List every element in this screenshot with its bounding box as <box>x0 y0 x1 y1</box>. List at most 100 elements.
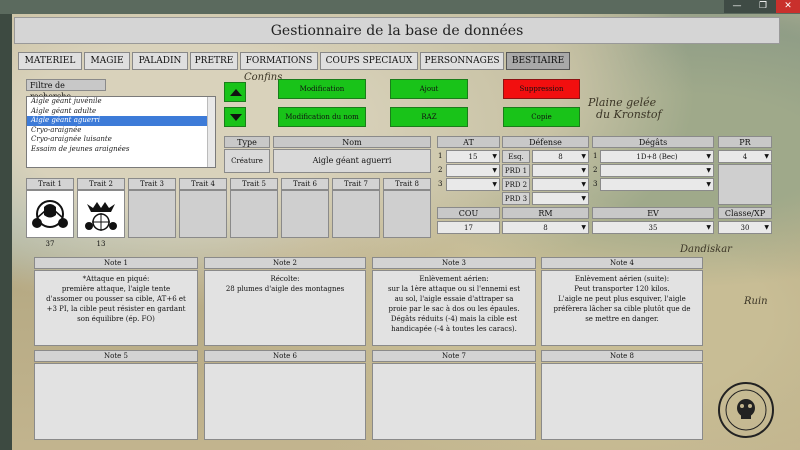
list-item[interactable]: Aigle géant adulte <box>27 107 215 117</box>
ev-select[interactable]: 35 ▼ <box>592 221 714 234</box>
trait-1-slot[interactable] <box>26 190 74 238</box>
note-line: +3 PI, la cible peut résister en gardant <box>46 305 186 313</box>
trait-6-slot[interactable] <box>281 190 329 238</box>
tab-paladin[interactable]: PALADIN <box>132 52 188 70</box>
list-item[interactable]: Essaim de jeunes araignées <box>27 145 215 155</box>
trait-2-value: 13 <box>96 240 106 248</box>
degats-select-3[interactable]: ▼ <box>600 178 714 191</box>
list-item[interactable]: Aigle géant juvénile <box>27 97 215 107</box>
chevron-down-icon: ▼ <box>492 167 497 174</box>
raz-button[interactable]: RAZ <box>390 107 468 127</box>
move-down-button[interactable] <box>224 107 246 127</box>
ev-header: EV <box>592 207 714 219</box>
chevron-down-icon: ▼ <box>581 181 586 188</box>
rm-header: RM <box>502 207 589 219</box>
defense-select-1[interactable]: 8 ▼ <box>532 150 589 163</box>
at-select-2[interactable]: ▼ <box>446 164 500 177</box>
tab-formations[interactable]: FORMATIONS <box>240 52 318 70</box>
defense-select-4[interactable]: ▼ <box>532 192 589 205</box>
trait-5-slot[interactable] <box>230 190 278 238</box>
map-label-plaine-2: du Kronstof <box>596 108 662 121</box>
fist-scales-icon <box>32 200 68 228</box>
chevron-down-icon: ▼ <box>706 153 711 160</box>
at-row-number: 3 <box>438 180 443 188</box>
note-line: préfèrera lâcher sa cible plutôt que de <box>553 305 691 313</box>
defense-label: PRD 2 <box>502 178 530 191</box>
note-3-header: Note 3 <box>372 257 536 269</box>
cou-input[interactable]: 17 <box>437 221 500 234</box>
tab-bestiaire[interactable]: BESTIAIRE <box>506 52 570 70</box>
note-7-text[interactable] <box>372 363 536 440</box>
defense-select-3[interactable]: ▼ <box>532 178 589 191</box>
trait-8-slot[interactable] <box>383 190 431 238</box>
window-top-bar <box>0 0 800 14</box>
note-line: sur la 1ère attaque ou si l'ennemi est <box>387 285 521 293</box>
at-select-3[interactable]: ▼ <box>446 178 500 191</box>
list-item-selected[interactable]: Aigle géant aguerri <box>27 116 215 126</box>
trait-3-header: Trait 3 <box>128 178 176 190</box>
trait-3-slot[interactable] <box>128 190 176 238</box>
note-line: Enlèvement aérien: <box>419 275 489 283</box>
note-4-text[interactable]: Enlèvement aérien (suite): Peut transpor… <box>541 270 703 346</box>
tab-coups-speciaux[interactable]: COUPS SPECIAUX <box>320 52 418 70</box>
rm-value: 8 <box>543 224 548 232</box>
type-value[interactable]: Créature <box>224 149 270 173</box>
trait-4-slot[interactable] <box>179 190 227 238</box>
note-6-text[interactable] <box>204 363 366 440</box>
close-icon[interactable]: ✕ <box>776 0 800 13</box>
note-line: d'assomer ou pousser sa cible, AT+6 et <box>46 295 186 303</box>
note-line: proie par le sac à dos ou les épaules. <box>388 305 520 313</box>
window-left-edge <box>0 14 12 450</box>
trait-8-header: Trait 8 <box>383 178 431 190</box>
rm-select[interactable]: 8 ▼ <box>502 221 589 234</box>
note-8-text[interactable] <box>541 363 703 440</box>
chevron-down-icon: ▼ <box>581 153 586 160</box>
maximize-icon[interactable]: ❐ <box>750 0 776 13</box>
note-5-text[interactable] <box>34 363 198 440</box>
defense-select-2[interactable]: ▼ <box>532 164 589 177</box>
tab-materiel[interactable]: MATERIEL <box>18 52 82 70</box>
pr-select[interactable]: 4 ▼ <box>718 150 772 163</box>
note-3-text[interactable]: Enlèvement aérien: sur la 1ère attaque o… <box>372 270 536 346</box>
modification-nom-button[interactable]: Modification du nom <box>278 107 366 127</box>
trait-2-slot[interactable] <box>77 190 125 238</box>
degats-row-number: 1 <box>593 152 598 160</box>
classe-xp-select[interactable]: 30 ▼ <box>718 221 772 234</box>
modification-button[interactable]: Modification <box>278 79 366 99</box>
chevron-down-icon: ▼ <box>764 153 769 160</box>
note-line: son équilibre (ép. FO) <box>77 315 155 323</box>
note-1-header: Note 1 <box>34 257 198 269</box>
chevron-down-icon: ▼ <box>706 224 711 231</box>
trait-2-header: Trait 2 <box>77 178 125 190</box>
ajout-button[interactable]: Ajout <box>390 79 468 99</box>
note-1-text[interactable]: *Attaque en piqué: première attaque, l'a… <box>34 270 198 346</box>
copie-button[interactable]: Copie <box>503 107 580 127</box>
search-results-list[interactable]: Aigle géant juvénile Aigle géant adulte … <box>26 96 216 168</box>
minimize-icon[interactable]: — <box>724 0 750 13</box>
note-line: L'aigle ne peut plus esquiver, l'aigle <box>558 295 686 303</box>
list-scrollbar[interactable] <box>207 97 215 167</box>
list-item[interactable]: Cryo-araignée luisante <box>27 135 215 145</box>
degats-row-number: 3 <box>593 180 598 188</box>
defense-label: PRD 1 <box>502 164 530 177</box>
trait-7-slot[interactable] <box>332 190 380 238</box>
at-select-1[interactable]: 15 ▼ <box>446 150 500 163</box>
cou-header: COU <box>437 207 500 219</box>
degats-select-2[interactable]: ▼ <box>600 164 714 177</box>
at-value: 15 <box>468 153 478 161</box>
tab-pretre[interactable]: PRETRE <box>190 52 238 70</box>
degats-select-1[interactable]: 1D+8 (Bec) ▼ <box>600 150 714 163</box>
note-2-header: Note 2 <box>204 257 366 269</box>
note-line: Récolte: <box>270 275 300 283</box>
tab-personnages[interactable]: PERSONNAGES <box>420 52 504 70</box>
tab-magie[interactable]: MAGIE <box>84 52 130 70</box>
move-up-button[interactable] <box>224 82 246 102</box>
filter-label[interactable]: Filtre de recherche <box>26 79 106 101</box>
bird-target-icon <box>85 202 117 231</box>
defense-label: Esq. <box>502 150 530 163</box>
suppression-button[interactable]: Suppression <box>503 79 580 99</box>
trait-1-value: 37 <box>45 240 55 248</box>
nom-value[interactable]: Aigle géant aguerri <box>273 149 431 173</box>
list-item[interactable]: Cryo-araignée <box>27 126 215 136</box>
note-2-text[interactable]: Récolte: 28 plumes d'aigle des montagnes <box>204 270 366 346</box>
